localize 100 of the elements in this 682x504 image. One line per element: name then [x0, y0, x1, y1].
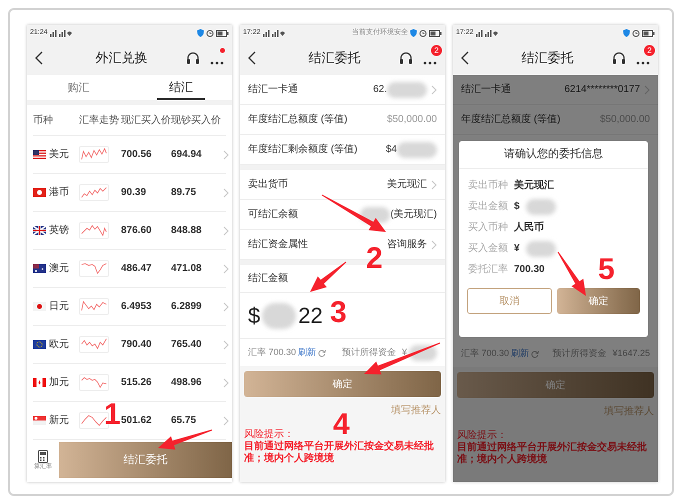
notification-badge: 2: [431, 45, 442, 56]
pointer-arrow: [158, 430, 212, 450]
cash-buy-price: 498.96: [171, 376, 203, 390]
spot-buy-price: 6.4953: [121, 300, 153, 314]
confirm-button[interactable]: 确定: [244, 371, 441, 397]
currency-name: 欧元: [49, 338, 69, 352]
field-value: 人民币: [514, 220, 544, 235]
trend-sparkline: [79, 146, 109, 163]
field-label: 年度结汇总额度 (等值): [248, 112, 348, 127]
exchange-rate: 汇率 700.30: [248, 346, 296, 359]
field-value: $50,000.00: [386, 113, 437, 127]
flag-icon: [33, 264, 46, 273]
field-label: 卖出货币: [248, 178, 288, 192]
currency-name: 新元: [49, 414, 69, 428]
calculator-icon: [38, 450, 48, 462]
step-number: 2: [366, 244, 383, 274]
amount-label: 结汇金额: [248, 272, 288, 286]
estimate-value: ¥1647.25: [612, 346, 650, 360]
tab[interactable]: 购汇: [27, 75, 130, 100]
risk-text: 目前通过网络平台开展外汇按金交易未经批准；境内个人跨境境: [244, 441, 435, 465]
trend-sparkline: [79, 298, 109, 315]
back-icon[interactable]: [35, 51, 43, 65]
column-header: 币种: [33, 114, 54, 128]
field-value: 咨询服务: [387, 238, 427, 252]
spot-buy-price: 790.40: [121, 338, 153, 352]
field-value: $4: [386, 143, 397, 157]
trend-sparkline: [79, 184, 109, 201]
back-icon[interactable]: [248, 51, 256, 65]
field-label: 买入金额: [468, 242, 508, 256]
entrust-button[interactable]: 结汇委托: [59, 442, 232, 478]
cash-buy-price: 694.94: [171, 148, 203, 162]
headset-icon[interactable]: [399, 51, 413, 65]
estimate-label: 预计所得资金: [342, 346, 396, 359]
screen-title: 外汇兑换: [94, 49, 148, 68]
estimate-label: 预计所得资金: [552, 346, 606, 360]
notification-dot: [220, 48, 225, 53]
step-number: 5: [598, 255, 615, 285]
alarm-icon: [419, 29, 427, 37]
step-number: 3: [330, 298, 347, 328]
alarm-icon: [632, 29, 640, 37]
field-value: 700.30: [514, 263, 545, 277]
headset-icon[interactable]: [612, 51, 626, 65]
field-label: 年度结汇剩余额度 (等值): [248, 142, 358, 157]
flag-icon: [33, 416, 46, 425]
referrer-link[interactable]: 填写推荐人: [604, 406, 654, 418]
trend-sparkline: [79, 336, 109, 353]
exchange-rate: 汇率 700.30: [461, 346, 510, 360]
flag-icon: [33, 340, 46, 349]
chevron-right-icon: [223, 302, 229, 312]
cash-buy-price: 471.08: [171, 262, 203, 276]
amount-digits: 22: [298, 302, 323, 330]
screen-title: 结汇委托: [308, 49, 362, 68]
battery-icon: [216, 30, 229, 36]
tab[interactable]: 结汇: [130, 75, 232, 100]
risk-title: 风险提示：: [244, 429, 295, 440]
field-value: ¥: [514, 242, 520, 256]
chevron-right-icon: [223, 226, 229, 236]
more-icon[interactable]: [636, 61, 650, 65]
more-icon[interactable]: [210, 61, 224, 65]
shield-icon: [410, 29, 417, 37]
trend-sparkline: [79, 222, 109, 239]
spot-buy-price: 486.47: [121, 262, 153, 276]
trend-sparkline: [79, 260, 109, 277]
referrer-link[interactable]: 填写推荐人: [391, 405, 441, 417]
column-header: 汇率走势: [79, 114, 120, 128]
confirm-button[interactable]: 确定: [457, 372, 654, 398]
pointer-arrow: [310, 262, 346, 292]
cash-buy-price: 89.75: [171, 186, 198, 200]
chevron-right-icon: [223, 188, 229, 198]
battery-icon: [642, 30, 655, 36]
flag-icon: [33, 188, 46, 197]
screen-title: 结汇委托: [520, 49, 574, 68]
shield-icon: [197, 29, 204, 37]
field-label: 年度结汇总额度 (等值): [461, 112, 560, 127]
field-label: 卖出金额: [468, 200, 508, 214]
chevron-right-icon: [223, 378, 229, 388]
more-icon[interactable]: [423, 61, 437, 65]
field-label: 卖出币种: [468, 178, 508, 193]
currency-name: 日元: [49, 300, 69, 314]
risk-title: 风险提示：: [457, 430, 508, 442]
cash-buy-price: 765.40: [171, 338, 203, 352]
refresh-link[interactable]: 刷新: [511, 346, 530, 360]
cash-buy-price: 848.88: [171, 224, 203, 238]
cash-buy-price: 6.2899: [171, 300, 203, 314]
notification-badge: 2: [644, 45, 655, 56]
dialog-title: 请确认您的委托信息: [504, 146, 603, 162]
currency-name: 英镑: [49, 224, 69, 238]
chevron-right-icon: [223, 340, 229, 350]
back-icon[interactable]: [461, 51, 469, 65]
pointer-arrow: [322, 194, 386, 232]
field-value: (美元现汇): [390, 208, 437, 222]
spot-buy-price: 515.26: [121, 376, 153, 390]
refresh-icon[interactable]: [318, 348, 326, 356]
spot-buy-price: 501.62: [121, 414, 153, 428]
shield-icon: [623, 29, 630, 37]
estimate-value: ¥: [402, 346, 407, 359]
confirm-button[interactable]: 确定: [557, 288, 640, 314]
cancel-button[interactable]: 取消: [467, 288, 552, 314]
headset-icon[interactable]: [186, 51, 200, 65]
refresh-link[interactable]: 刷新: [298, 346, 316, 360]
